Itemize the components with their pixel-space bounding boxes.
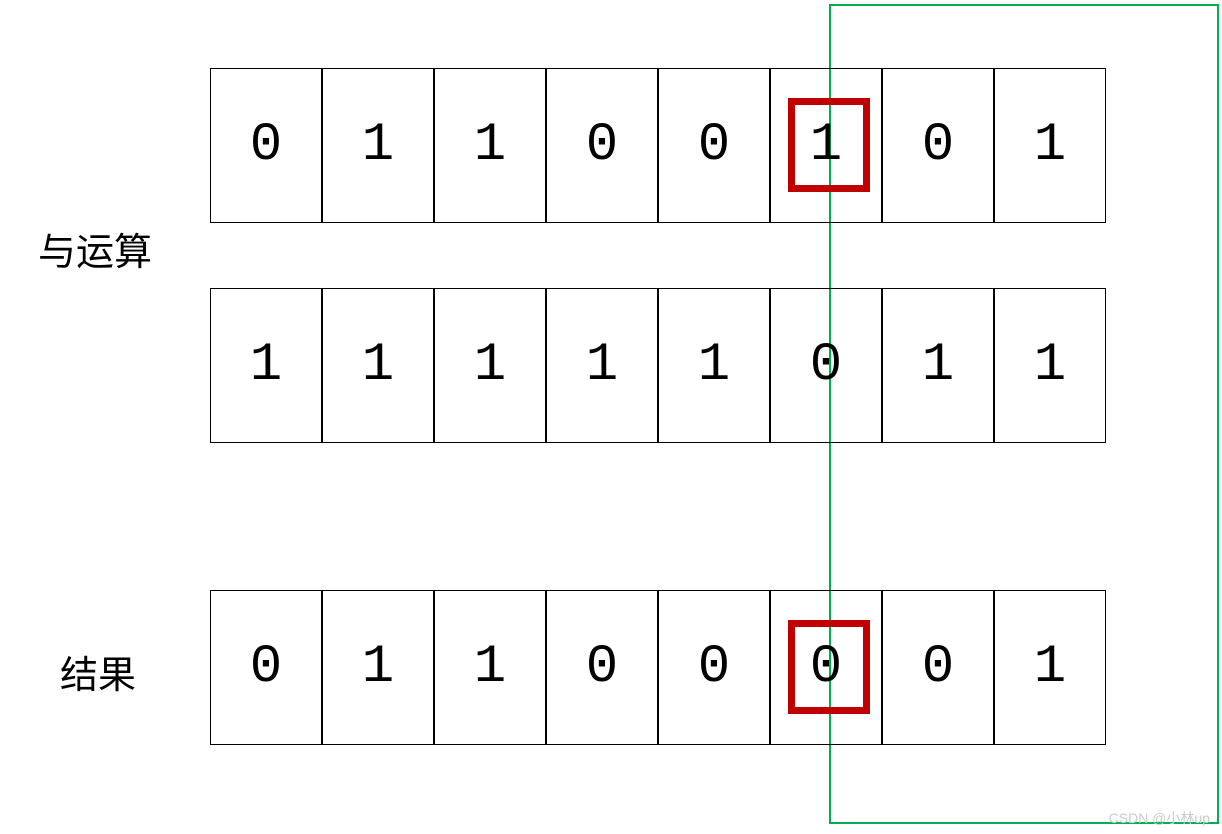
bit-cell: 1 — [994, 288, 1106, 443]
bit-cell: 1 — [210, 288, 322, 443]
bit-cell: 0 — [546, 590, 658, 745]
bit-cell: 1 — [994, 68, 1106, 223]
bit-cell: 1 — [322, 590, 434, 745]
operand1-row: 0 1 1 0 0 1 0 1 — [210, 68, 1106, 223]
bit-cell: 1 — [434, 288, 546, 443]
bit-cell: 0 — [658, 68, 770, 223]
bit-cell: 0 — [658, 590, 770, 745]
bit-cell: 0 — [546, 68, 658, 223]
bit-cell: 1 — [434, 68, 546, 223]
bit-cell: 1 — [546, 288, 658, 443]
bit-cell: 1 — [882, 288, 994, 443]
bit-cell: 1 — [658, 288, 770, 443]
label-result: 结果 — [60, 644, 136, 699]
bit-cell: 0 — [210, 590, 322, 745]
label-and-operation: 与运算 — [38, 221, 152, 276]
bit-cell: 1 — [322, 288, 434, 443]
bit-cell: 0 — [882, 590, 994, 745]
watermark-text: CSDN @小林up — [1109, 808, 1210, 828]
bit-cell: 0 — [770, 590, 882, 745]
result-row: 0 1 1 0 0 0 0 1 — [210, 590, 1106, 745]
bit-cell: 1 — [770, 68, 882, 223]
operand2-row: 1 1 1 1 1 0 1 1 — [210, 288, 1106, 443]
diagram-container: 与运算 0 1 1 0 0 1 0 1 1 1 1 1 1 0 1 1 结果 0… — [0, 0, 1222, 834]
bit-cell: 1 — [434, 590, 546, 745]
bit-cell: 1 — [322, 68, 434, 223]
bit-cell: 1 — [994, 590, 1106, 745]
bit-cell: 0 — [210, 68, 322, 223]
bit-cell: 0 — [882, 68, 994, 223]
bit-cell: 0 — [770, 288, 882, 443]
